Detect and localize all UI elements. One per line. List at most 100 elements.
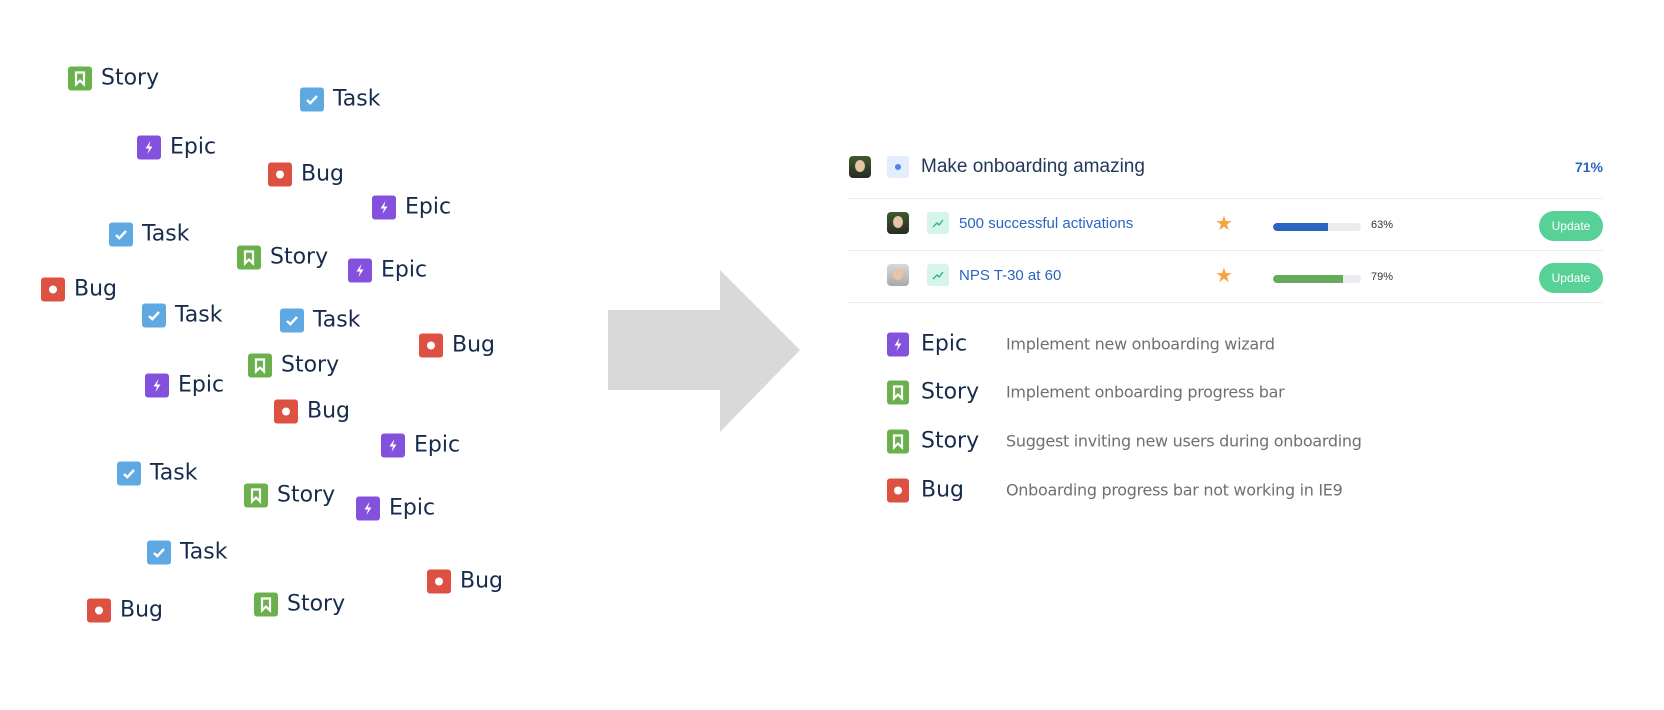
issue-type-chip-epic: Epic: [356, 496, 435, 521]
issue-summary: Implement onboarding progress bar: [1006, 382, 1285, 402]
bug-icon: [419, 333, 443, 357]
task-icon: [280, 308, 304, 332]
issue-type-chip-epic: Epic: [372, 195, 451, 220]
issue-type-chip-bug: Bug: [274, 399, 350, 424]
lightning-icon: [389, 438, 397, 452]
trend-icon: [927, 212, 949, 234]
dot-icon: [894, 486, 902, 494]
issue-type-chip-bug: Bug: [268, 162, 344, 187]
issue-type-label: Story: [270, 244, 329, 270]
task-icon: [117, 461, 141, 485]
check-icon: [148, 310, 160, 321]
issue-type-label: Epic: [389, 495, 436, 521]
issue-type-chip-task: Task: [300, 87, 380, 112]
issue-type-chip-bug: Bug: [87, 598, 163, 623]
dot-icon: [276, 170, 284, 178]
issue-type-label: Bug: [460, 568, 504, 594]
bug-icon: [268, 162, 292, 186]
dot-icon: [49, 285, 57, 293]
issue-type-label: Epic: [170, 134, 217, 160]
bug-icon: [887, 478, 909, 502]
dot-icon: [427, 341, 435, 349]
check-icon: [286, 315, 298, 326]
story-icon: [887, 429, 909, 453]
issue-type-chip-story: Story: [254, 592, 345, 617]
bookmark-icon: [74, 70, 86, 86]
issue-type-label: Story: [277, 482, 336, 508]
linked-issue[interactable]: Story Suggest inviting new users during o…: [887, 429, 1362, 454]
update-button[interactable]: Update: [1539, 211, 1603, 241]
issue-type-label: Story: [921, 379, 980, 405]
story-icon: [244, 483, 268, 507]
issue-type-label: Task: [180, 539, 228, 565]
linked-issue[interactable]: Story Implement onboarding progress bar: [887, 379, 1285, 405]
goal-title[interactable]: Make onboarding amazing: [921, 156, 1145, 178]
task-icon: [300, 87, 324, 111]
key-result-link[interactable]: NPS T-30 at 60: [959, 267, 1061, 284]
issue-type-chip-task: Task: [117, 461, 197, 486]
issue-type-chip-story: Story: [248, 353, 339, 378]
bookmark-icon: [250, 487, 262, 503]
bookmark-icon: [892, 384, 904, 400]
issue-type-chip-story: Story: [68, 66, 159, 91]
progress-fill: [1273, 223, 1329, 231]
task-icon: [147, 540, 171, 564]
key-result-link[interactable]: 500 successful activations: [959, 215, 1133, 232]
progress-percent: 79%: [1371, 271, 1394, 283]
check-icon: [306, 94, 318, 105]
progress-bar: [1273, 275, 1361, 283]
avatar: [849, 156, 871, 178]
bookmark-icon: [254, 357, 266, 373]
goal-row[interactable]: Make onboarding amazing 71%: [849, 156, 1603, 178]
bookmark-icon: [892, 433, 904, 449]
linked-issue[interactable]: Epic Implement new onboarding wizard: [887, 332, 1275, 357]
progress-bar: [1273, 223, 1361, 231]
issue-type-label: Task: [313, 307, 361, 333]
dot-icon: [435, 577, 443, 585]
issue-type-label: Epic: [405, 194, 452, 220]
star-icon[interactable]: ★: [1215, 263, 1233, 288]
bug-icon: [41, 277, 65, 301]
issue-type-chip-story: Story: [237, 245, 328, 270]
issue-type-label: Bug: [120, 597, 164, 623]
dot-icon: [282, 407, 290, 415]
goal-progress: 71%: [1574, 159, 1603, 175]
check-icon: [123, 468, 135, 479]
arrow-right-icon: [608, 270, 800, 432]
key-result-row: 500 successful activations ★ 63% Update: [849, 208, 1603, 241]
update-button[interactable]: Update: [1539, 263, 1603, 293]
divider: [849, 198, 1603, 199]
lightning-icon: [153, 378, 161, 392]
issue-type-label: Task: [333, 86, 381, 112]
bug-icon: [87, 598, 111, 622]
issue-type-label: Epic: [381, 257, 428, 283]
issue-summary: Implement new onboarding wizard: [1006, 334, 1275, 354]
epic-icon: [137, 135, 161, 159]
story-icon: [254, 592, 278, 616]
story-icon: [248, 353, 272, 377]
issue-type-label: Task: [175, 302, 223, 328]
issue-type-chip-bug: Bug: [41, 277, 117, 302]
story-icon: [887, 380, 909, 404]
progress-fill: [1273, 275, 1343, 283]
progress-percent: 63%: [1371, 219, 1394, 231]
issue-type-chip-task: Task: [142, 303, 222, 328]
check-icon: [115, 229, 127, 240]
issue-type-label: Epic: [178, 372, 225, 398]
avatar: [887, 264, 909, 286]
issue-type-label: Bug: [301, 161, 345, 187]
issue-type-label: Story: [101, 65, 160, 91]
epic-icon: [145, 373, 169, 397]
issue-type-label: Task: [150, 460, 198, 486]
bookmark-icon: [243, 249, 255, 265]
lightning-icon: [894, 337, 902, 351]
check-icon: [153, 547, 165, 558]
epic-icon: [887, 332, 909, 356]
star-icon[interactable]: ★: [1215, 211, 1233, 236]
task-icon: [109, 222, 133, 246]
bookmark-icon: [260, 596, 272, 612]
epic-icon: [372, 195, 396, 219]
story-icon: [68, 66, 92, 90]
linked-issue[interactable]: Bug Onboarding progress bar not working i…: [887, 478, 1343, 503]
lightning-icon: [145, 140, 153, 154]
